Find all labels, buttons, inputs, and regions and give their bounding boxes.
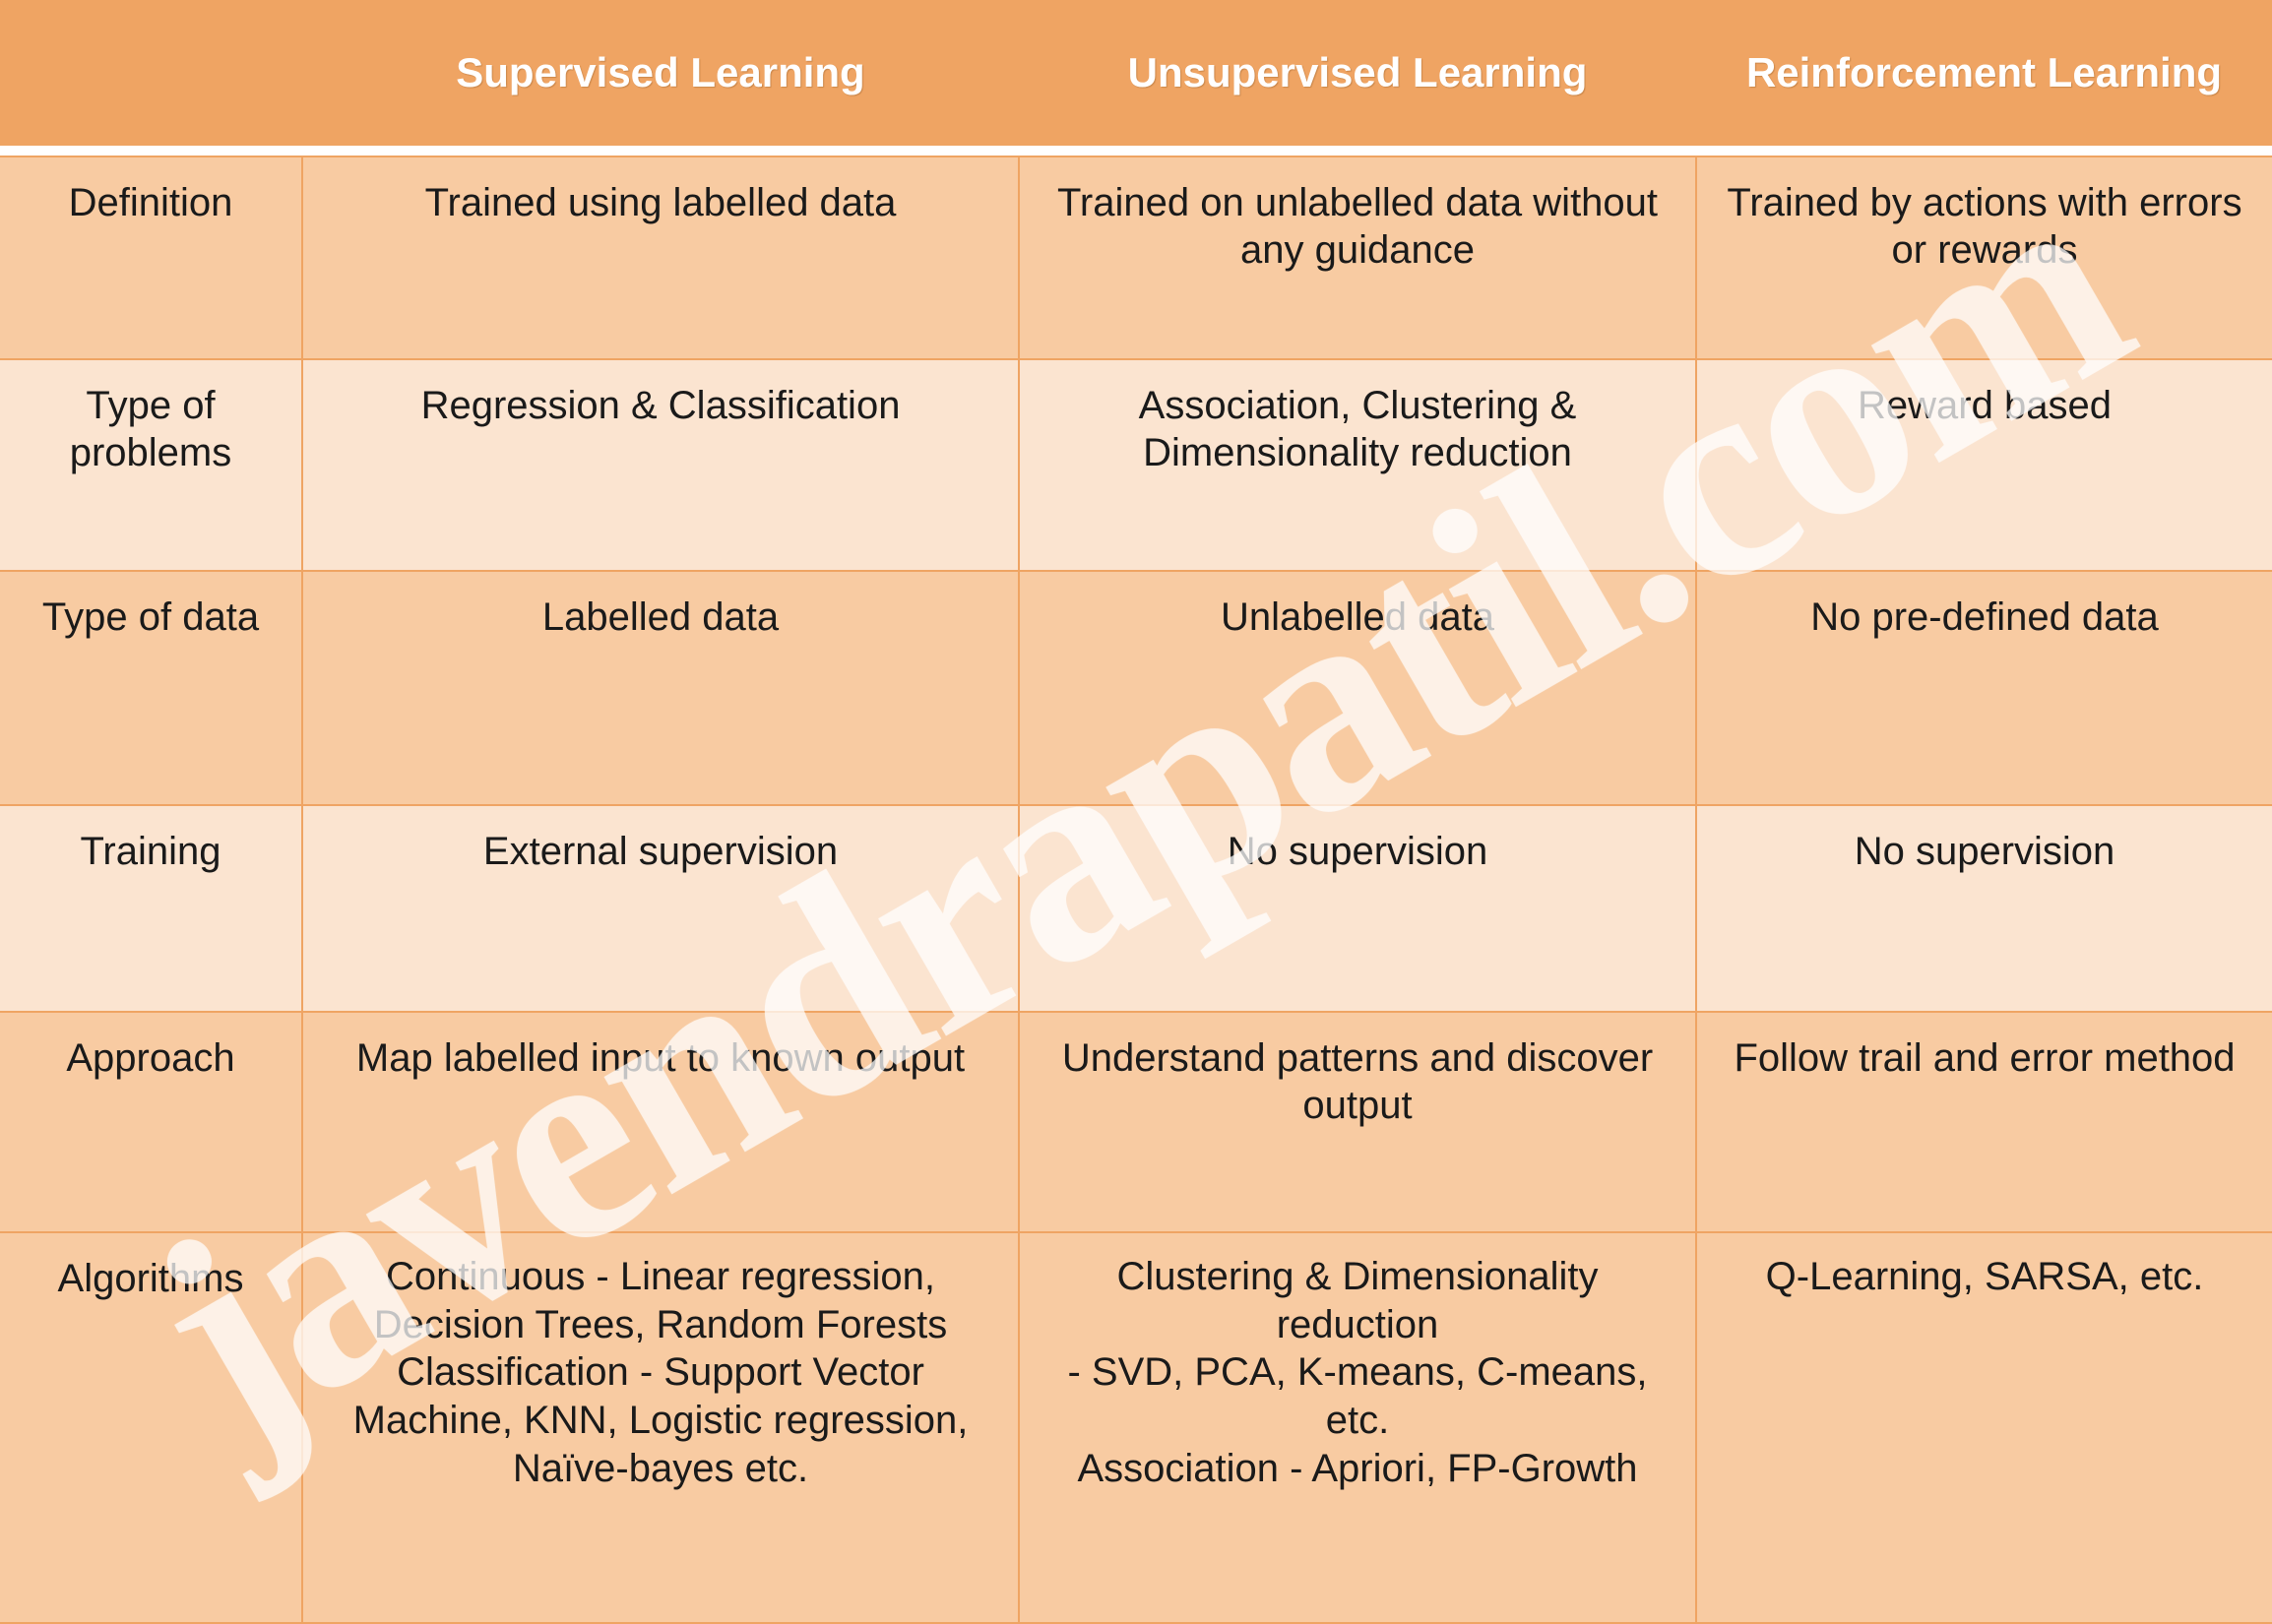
header-cell-supervised-learning: Supervised Learning — [302, 0, 1019, 146]
cell-approach-unsupervised: Understand patterns and discover output — [1018, 1011, 1697, 1233]
table-header: Supervised Learning Unsupervised Learnin… — [0, 0, 2272, 146]
header-cell-unsupervised-learning: Unsupervised Learning — [1019, 0, 1696, 146]
cell-type-of-data-unsupervised: Unlabelled data — [1018, 569, 1697, 806]
cell-approach-reinforcement: Follow trail and error method — [1695, 1011, 2272, 1233]
cell-type-of-data-supervised: Labelled data — [301, 569, 1020, 806]
header-row: Supervised Learning Unsupervised Learnin… — [0, 0, 2272, 146]
cell-type-of-data-reinforcement: No pre-defined data — [1695, 569, 2272, 806]
ml-comparison-table: Supervised Learning Unsupervised Learnin… — [0, 0, 2272, 1624]
ml-comparison-table-container: javendrapatil.com Supervised Learning Un… — [0, 0, 2272, 1624]
cell-definition-unsupervised: Trained on unlabelled data without any g… — [1018, 155, 1697, 360]
header-separator — [0, 146, 2272, 156]
row-label-training: Training — [0, 803, 303, 1014]
table-row: Approach Map labelled input to known out… — [0, 1011, 2272, 1233]
cell-type-of-problems-supervised: Regression & Classification — [301, 357, 1020, 572]
table-body: Definition Trained using labelled data T… — [0, 146, 2272, 1624]
row-label-type-of-problems: Type of problems — [0, 357, 303, 572]
row-label-definition: Definition — [0, 155, 303, 360]
cell-algorithms-unsupervised: Clustering & Dimensionality reduction - … — [1018, 1230, 1697, 1624]
cell-training-reinforcement: No supervision — [1695, 803, 2272, 1014]
cell-training-unsupervised: No supervision — [1018, 803, 1697, 1014]
cell-approach-supervised: Map labelled input to known output — [301, 1011, 1020, 1233]
cell-definition-supervised: Trained using labelled data — [301, 155, 1020, 360]
table-row: Type of problems Regression & Classifica… — [0, 357, 2272, 572]
cell-algorithms-reinforcement: Q-Learning, SARSA, etc. — [1695, 1230, 2272, 1624]
cell-definition-reinforcement: Trained by actions with errors or reward… — [1695, 155, 2272, 360]
header-cell-reinforcement-learning: Reinforcement Learning — [1696, 0, 2272, 146]
row-label-type-of-data: Type of data — [0, 569, 303, 806]
row-label-algorithms: Algorithms — [0, 1230, 303, 1624]
header-cell-attribute — [0, 0, 302, 146]
table-row: Type of data Labelled data Unlabelled da… — [0, 569, 2272, 806]
cell-type-of-problems-reinforcement: Reward based — [1695, 357, 2272, 572]
cell-algorithms-supervised: Continuous - Linear regression, Decision… — [301, 1230, 1020, 1624]
table-row: Algorithms Continuous - Linear regressio… — [0, 1230, 2272, 1624]
table-row: Training External supervision No supervi… — [0, 803, 2272, 1014]
cell-type-of-problems-unsupervised: Association, Clustering & Dimensionality… — [1018, 357, 1697, 572]
table-row: Definition Trained using labelled data T… — [0, 155, 2272, 360]
row-label-approach: Approach — [0, 1011, 303, 1233]
cell-training-supervised: External supervision — [301, 803, 1020, 1014]
header-separator-cell — [0, 146, 2272, 156]
